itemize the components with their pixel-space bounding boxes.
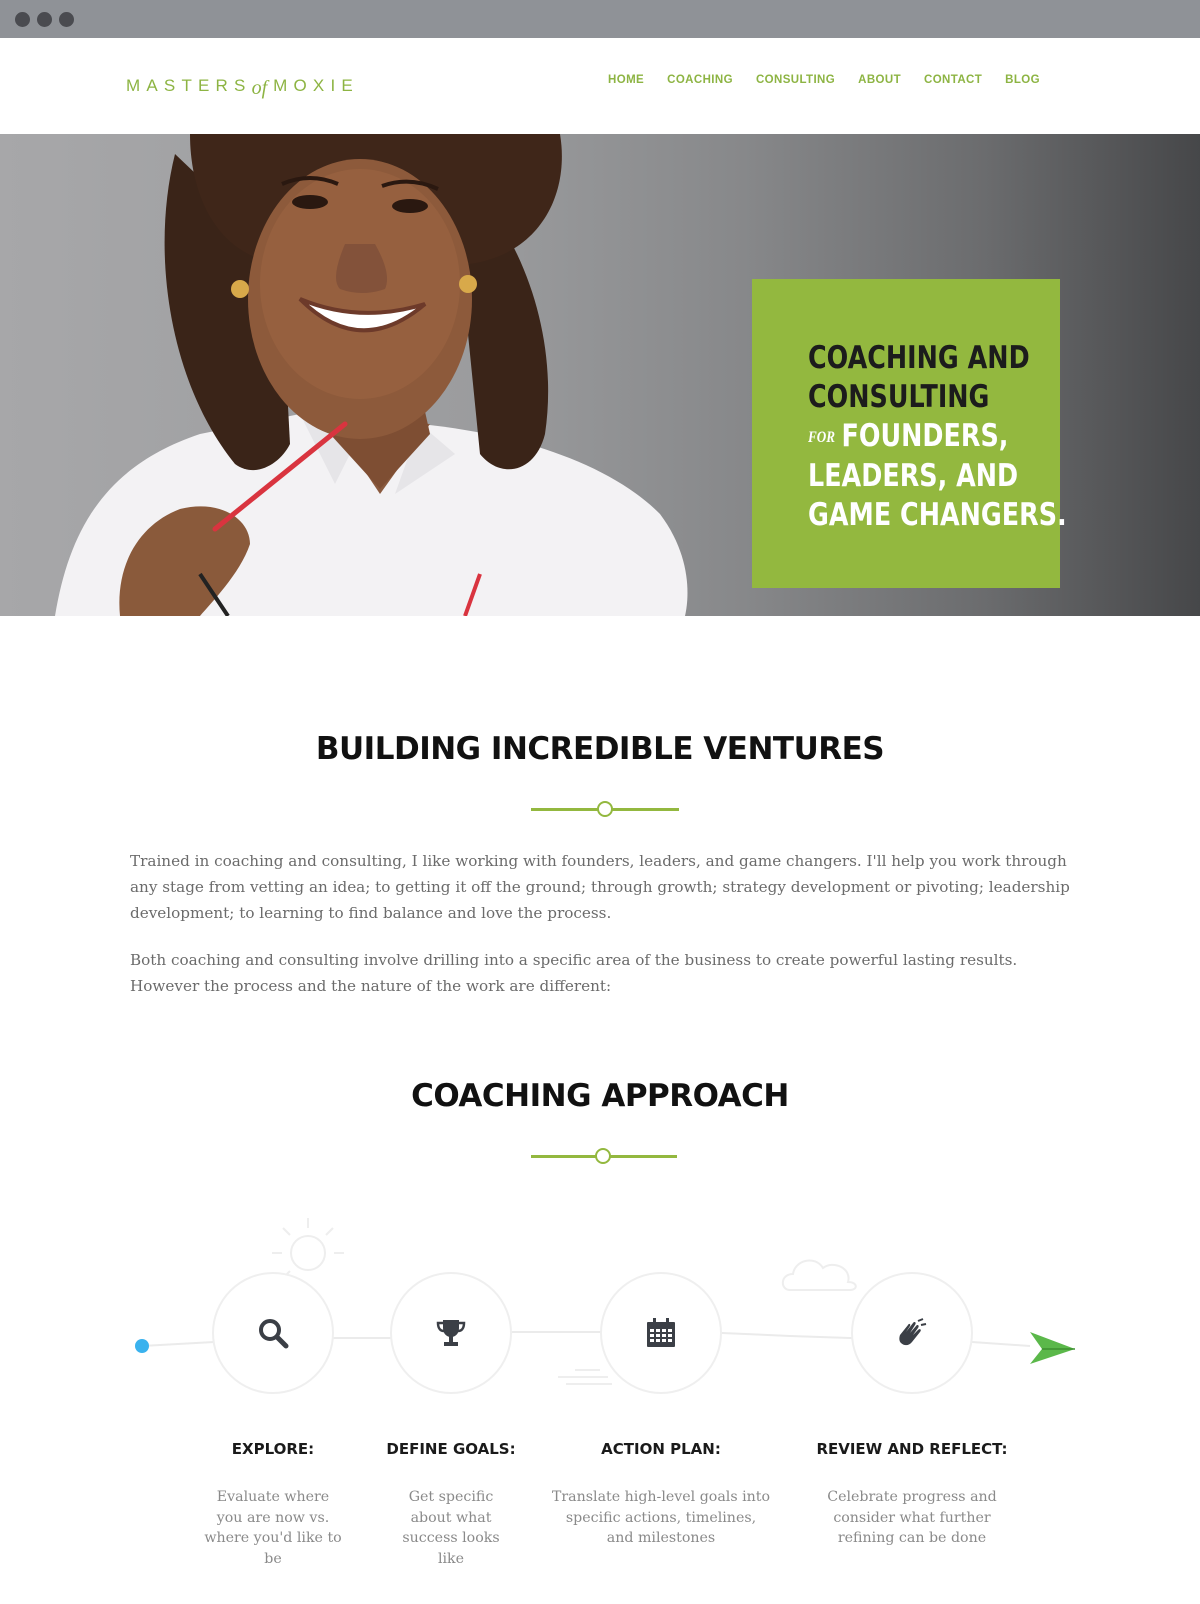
step-explore-desc: Evaluate where you are now vs. where you… bbox=[204, 1489, 342, 1567]
nav-consulting[interactable]: CONSULTING bbox=[756, 74, 835, 86]
hero-line-5: GAME CHANGERS. bbox=[808, 497, 1067, 533]
approach-heading: COACHING APPROACH bbox=[411, 1078, 789, 1114]
window-minimize-dot[interactable] bbox=[37, 12, 52, 27]
step-goals-desc: Get specific about what success looks li… bbox=[402, 1489, 500, 1567]
nav-blog[interactable]: BLOG bbox=[1005, 74, 1040, 86]
steps-track bbox=[135, 1218, 1075, 1385]
sun-icon bbox=[272, 1218, 344, 1279]
step-explore-title: EXPLORE: bbox=[231, 1440, 315, 1458]
ventures-divider bbox=[531, 800, 679, 818]
coaching-steps: EXPLORE: DEFINE GOALS: ACTION PLAN: REVI… bbox=[0, 1210, 1200, 1580]
hero-line-3: for FOUNDERS, bbox=[808, 417, 1008, 457]
hero-line-3-text: FOUNDERS, bbox=[841, 418, 1009, 454]
ventures-paragraph-1: Trained in coaching and consulting, I li… bbox=[130, 852, 1070, 922]
window-maximize-dot[interactable] bbox=[59, 12, 74, 27]
logo-masters: MASTERS bbox=[126, 76, 252, 95]
logo-moxie: MOXIE bbox=[273, 76, 359, 95]
calendar-icon bbox=[647, 1318, 675, 1347]
cloud-icon bbox=[781, 1259, 857, 1291]
step-explore-circle bbox=[212, 1272, 334, 1394]
nav-contact[interactable]: CONTACT bbox=[924, 74, 982, 86]
hero-banner: COACHING AND CONSULTING for FOUNDERS, LEA… bbox=[0, 134, 1200, 616]
nav-coaching[interactable]: COACHING bbox=[667, 74, 733, 86]
nav-home[interactable]: HOME bbox=[608, 74, 644, 86]
hero-line-1: COACHING AND bbox=[808, 340, 1030, 376]
search-icon bbox=[259, 1319, 289, 1349]
step-review-circle bbox=[851, 1272, 973, 1394]
ventures-heading: BUILDING INCREDIBLE VENTURES bbox=[315, 731, 885, 767]
step-action-circle bbox=[600, 1272, 722, 1394]
hero-line-2: CONSULTING bbox=[808, 379, 990, 415]
approach-divider bbox=[531, 1147, 677, 1165]
step-action-title: ACTION PLAN: bbox=[601, 1440, 721, 1458]
start-dot bbox=[135, 1339, 149, 1353]
trophy-icon bbox=[436, 1320, 466, 1346]
window-close-dot[interactable] bbox=[15, 12, 30, 27]
step-goals-circle bbox=[390, 1272, 512, 1394]
hero-for-word: for bbox=[808, 429, 835, 446]
step-review-desc: Celebrate progress and consider what fur… bbox=[827, 1489, 997, 1546]
step-review-title: REVIEW AND REFLECT: bbox=[816, 1440, 1008, 1458]
hero-tagline: COACHING AND CONSULTING for FOUNDERS, LEA… bbox=[808, 339, 1067, 535]
ventures-paragraph-2: Both coaching and consulting involve dri… bbox=[130, 951, 1018, 995]
nav-about[interactable]: ABOUT bbox=[858, 74, 901, 86]
site-logo[interactable]: MASTERS of MOXIE bbox=[126, 68, 359, 104]
browser-chrome bbox=[0, 0, 1200, 38]
step-goals-title: DEFINE GOALS: bbox=[386, 1440, 516, 1458]
site-header: MASTERS of MOXIE HOME COACHING CONSULTIN… bbox=[0, 38, 1200, 134]
high-five-icon bbox=[899, 1318, 927, 1346]
main-nav: HOME COACHING CONSULTING ABOUT CONTACT B… bbox=[585, 74, 1040, 86]
step-action-desc: Translate high-level goals into specific… bbox=[551, 1489, 771, 1546]
hero-line-4: LEADERS, AND bbox=[808, 458, 1019, 494]
wind-icon bbox=[558, 1369, 612, 1385]
logo-of: of bbox=[251, 76, 268, 99]
paper-plane-icon bbox=[1030, 1332, 1075, 1364]
hero-tagline-box: COACHING AND CONSULTING for FOUNDERS, LEA… bbox=[752, 279, 1067, 588]
